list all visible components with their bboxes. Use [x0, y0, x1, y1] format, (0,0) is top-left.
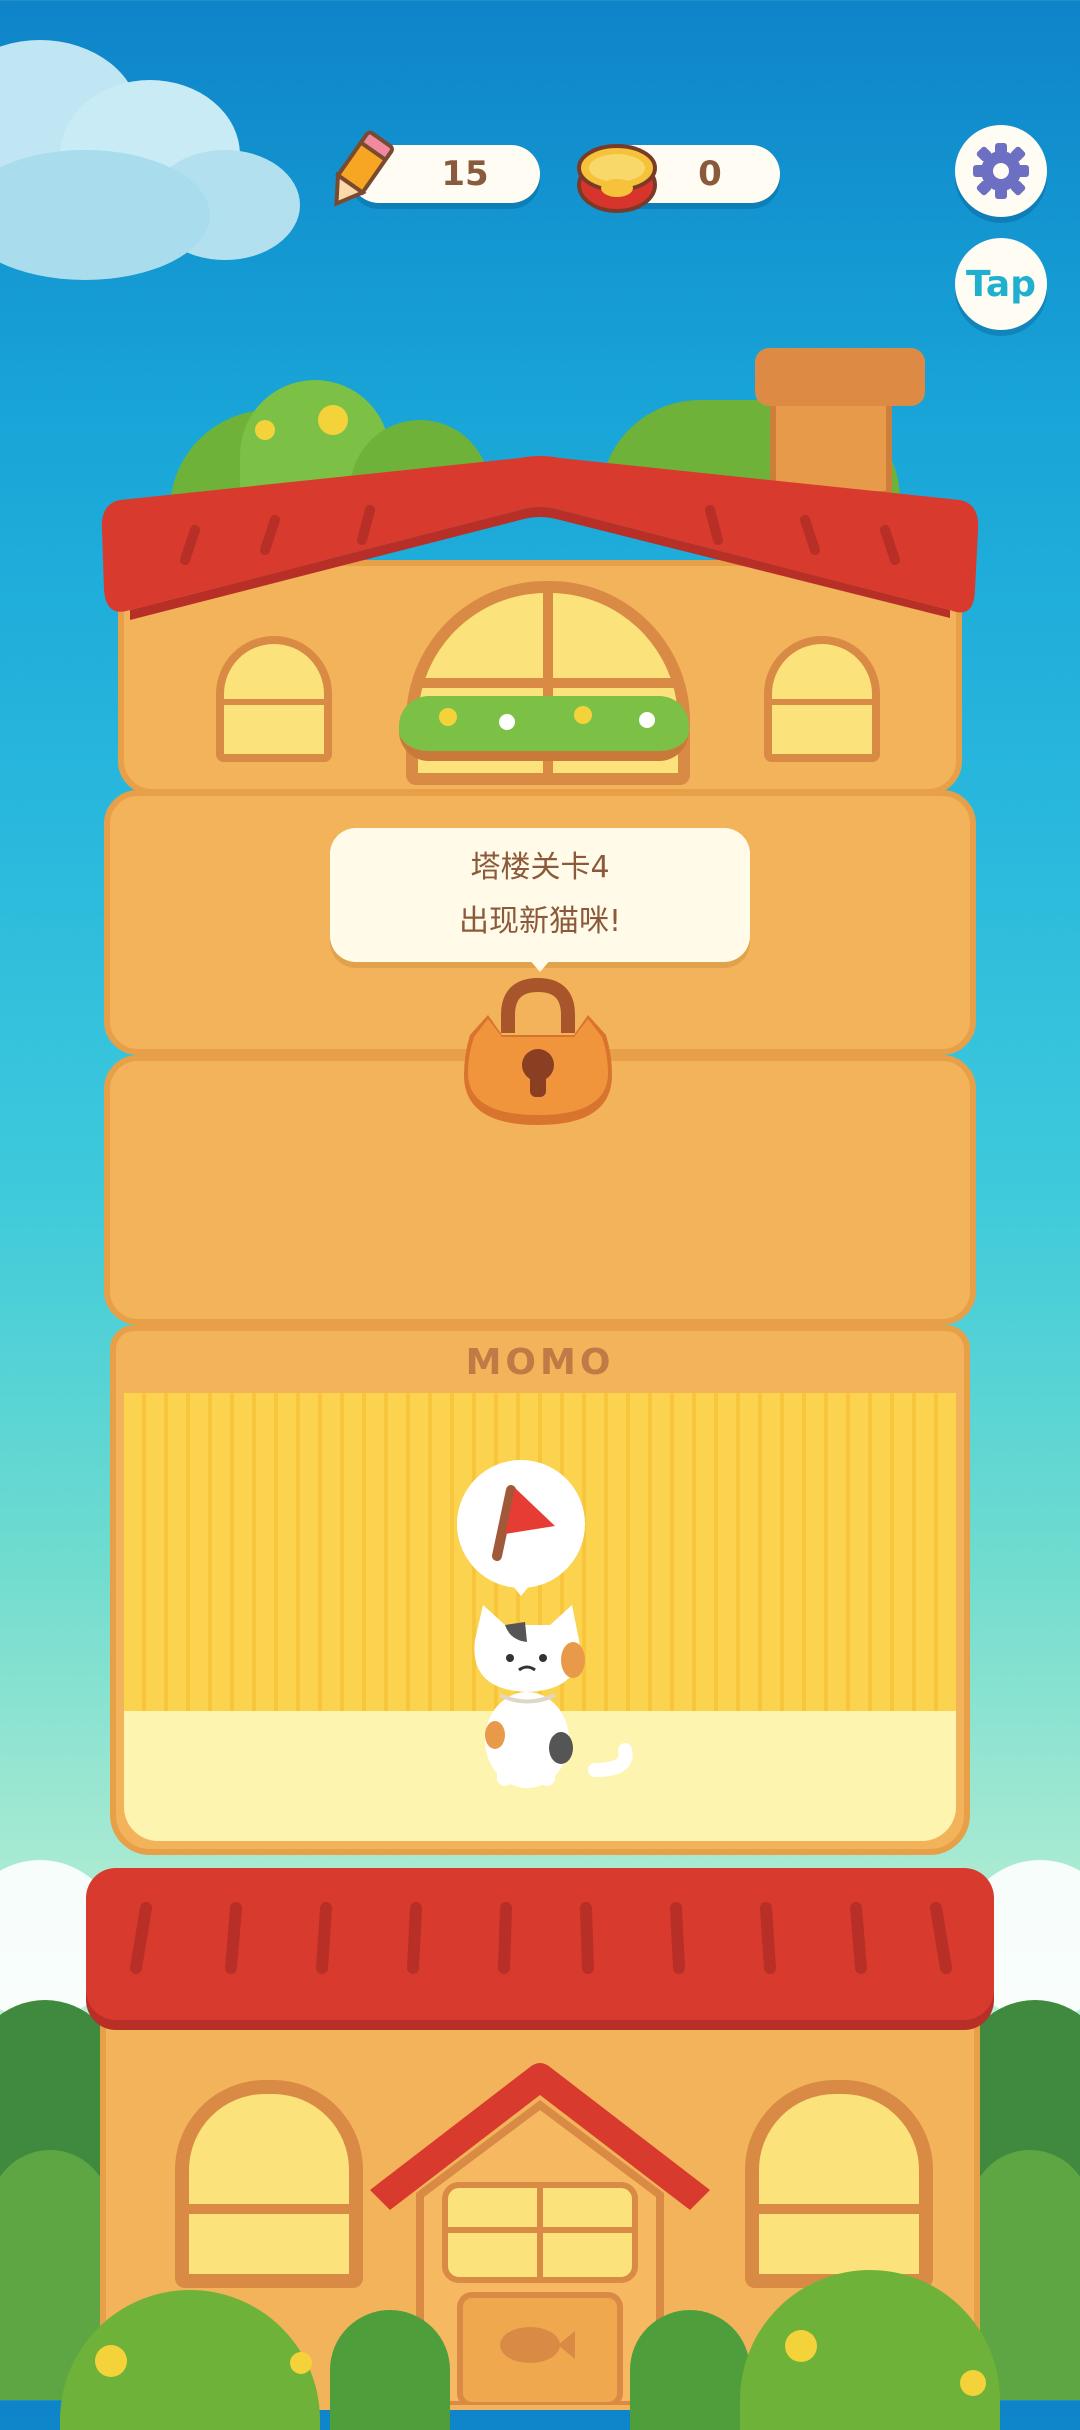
fish-can-icon [572, 130, 662, 220]
ground-window-right [745, 2080, 933, 2288]
ground-floor-roof [86, 1868, 994, 2020]
bubble-tail [528, 958, 552, 972]
flower-box [399, 696, 689, 761]
red-flag-icon [492, 1485, 555, 1561]
settings-button[interactable] [955, 125, 1047, 217]
cat-room-sign-band: MOMO [116, 1331, 964, 1393]
locked-message-line1: 塔楼关卡4 [470, 850, 610, 885]
locked-message-line2: 出现新猫咪! [458, 904, 622, 939]
locked-floor-bubble: 塔楼关卡4 出现新猫咪! [330, 828, 750, 962]
tap-button[interactable]: Tap [955, 238, 1047, 330]
gear-icon [973, 143, 1029, 199]
cat-room-sign: MOMO [465, 1342, 615, 1383]
attic-window-left [216, 636, 332, 762]
task-bubble-tail [508, 1580, 534, 1596]
attic-window-right [764, 636, 880, 762]
ground-window-left [175, 2080, 363, 2288]
padlock-icon[interactable] [458, 975, 618, 1135]
top-roof [100, 440, 980, 640]
pencil-count: 15 [441, 154, 489, 194]
can-count: 0 [698, 154, 722, 194]
pencil-icon [320, 125, 400, 215]
calico-cat[interactable] [455, 1600, 635, 1790]
task-bubble[interactable] [457, 1460, 585, 1588]
tap-label: Tap [966, 263, 1036, 305]
